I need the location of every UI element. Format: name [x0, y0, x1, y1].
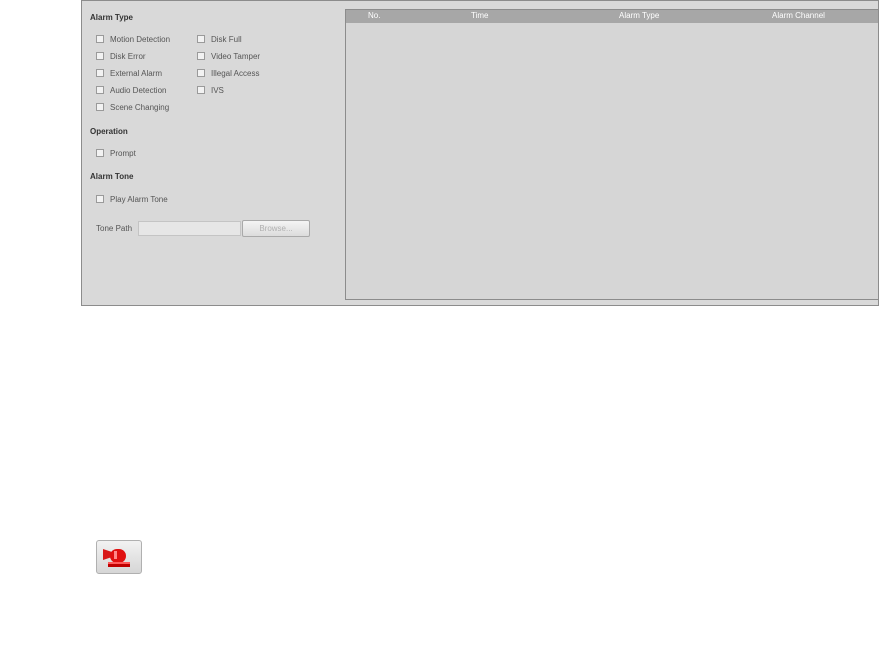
checkbox-play-alarm-tone[interactable]: Play Alarm Tone — [96, 193, 168, 205]
checkbox-box[interactable] — [197, 35, 205, 43]
checkbox-box[interactable] — [96, 52, 104, 60]
checkbox-label: Disk Full — [211, 34, 242, 44]
operation-title: Operation — [90, 127, 128, 136]
column-header-no: No. — [368, 11, 381, 20]
checkbox-box[interactable] — [197, 86, 205, 94]
checkbox-box[interactable] — [96, 195, 104, 203]
checkbox-label: External Alarm — [110, 68, 163, 78]
checkbox-label: Disk Error — [110, 51, 146, 61]
column-header-time: Time — [471, 11, 489, 20]
checkbox-motion-detection[interactable]: Motion Detection — [96, 33, 170, 45]
checkbox-box[interactable] — [197, 52, 205, 60]
alarm-table: No. Time Alarm Type Alarm Channel — [345, 9, 879, 300]
column-header-alarm-channel: Alarm Channel — [772, 11, 825, 20]
checkbox-illegal-access[interactable]: Illegal Access — [197, 67, 259, 79]
checkbox-box[interactable] — [96, 149, 104, 157]
checkbox-label: Audio Detection — [110, 85, 167, 95]
alarm-settings-panel: Alarm Type Motion Detection Disk Error E… — [81, 0, 879, 306]
checkbox-box[interactable] — [197, 69, 205, 77]
browse-button[interactable]: Browse... — [242, 220, 310, 237]
alarm-type-title: Alarm Type — [90, 13, 133, 22]
column-header-alarm-type: Alarm Type — [619, 11, 660, 20]
checkbox-box[interactable] — [96, 103, 104, 111]
checkbox-external-alarm[interactable]: External Alarm — [96, 67, 162, 79]
checkbox-disk-full[interactable]: Disk Full — [197, 33, 242, 45]
tone-path-input[interactable] — [138, 221, 241, 236]
checkbox-label: Motion Detection — [110, 34, 171, 44]
checkbox-audio-detection[interactable]: Audio Detection — [96, 84, 166, 96]
checkbox-disk-error[interactable]: Disk Error — [96, 50, 146, 62]
siren-icon — [103, 549, 130, 567]
checkbox-label: Video Tamper — [211, 51, 261, 61]
checkbox-prompt[interactable]: Prompt — [96, 147, 136, 159]
alarm-tone-title: Alarm Tone — [90, 172, 134, 181]
checkbox-box[interactable] — [96, 35, 104, 43]
checkbox-ivs[interactable]: IVS — [197, 84, 224, 96]
checkbox-box[interactable] — [96, 86, 104, 94]
tone-path-label: Tone Path — [96, 224, 133, 233]
checkbox-scene-changing[interactable]: Scene Changing — [96, 101, 169, 113]
checkbox-video-tamper[interactable]: Video Tamper — [197, 50, 260, 62]
checkbox-label: Scene Changing — [110, 102, 170, 112]
checkbox-box[interactable] — [96, 69, 104, 77]
table-header: No. Time Alarm Type Alarm Channel — [346, 10, 878, 23]
checkbox-label: Illegal Access — [211, 68, 260, 78]
alarm-siren-button[interactable] — [96, 540, 142, 574]
checkbox-label: Play Alarm Tone — [110, 194, 168, 204]
checkbox-label: IVS — [211, 85, 224, 95]
checkbox-label: Prompt — [110, 148, 136, 158]
